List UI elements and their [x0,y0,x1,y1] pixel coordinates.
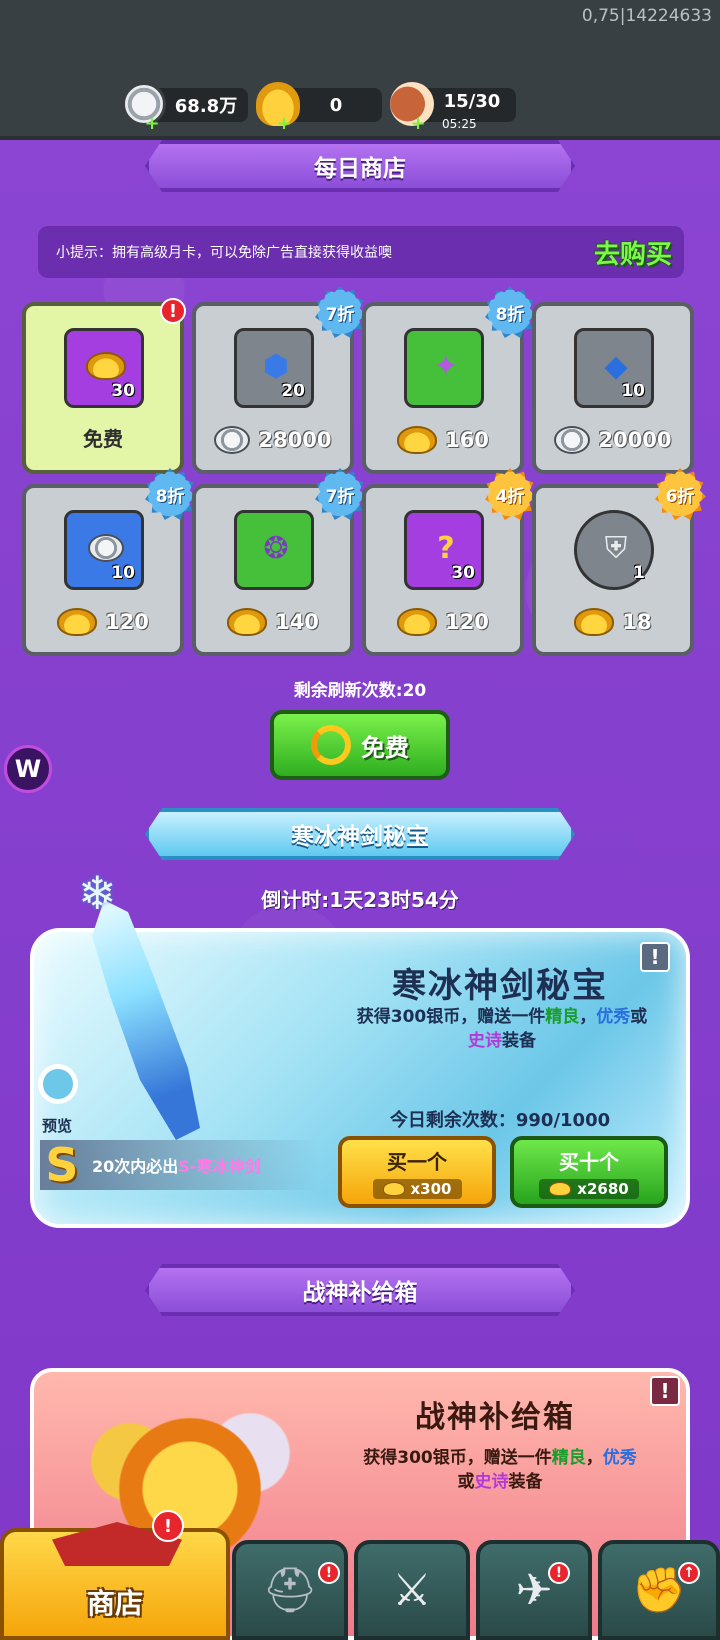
alert-icon: ! [548,1562,570,1584]
gold-ingot-icon [397,608,438,636]
buy-ten-button[interactable]: 买十个 x2680 [510,1136,668,1208]
buy-ten-label: 买十个 [559,1149,619,1174]
buy-one-price: x300 [372,1178,462,1199]
remaining-attempts-text: 今日剩余次数：990/1000 [389,1110,611,1131]
alert-icon: ! [318,1562,340,1584]
nav-tab-pet[interactable]: ✈ ! [476,1540,592,1640]
refresh-icon [311,725,351,765]
item-qty: 1 [633,563,645,583]
silver-coin-icon [214,426,251,454]
gold-ingot-icon [382,1181,405,1196]
info-alert-icon[interactable]: ! [650,1376,680,1406]
guarantee-bar: S 20次内必出S-寒冰神剑 [40,1140,320,1190]
item-price: 18 [536,608,690,636]
item-price: 160 [366,426,520,454]
gold-amount: 0 [329,94,343,116]
add-gold-icon[interactable]: + [276,115,292,133]
item-price: 120 [366,608,520,636]
silver-amount: 68.8万 [174,96,238,117]
gold-ingot-item: 30 [64,328,144,408]
gold-ingot-icon [549,1181,572,1196]
s-rank-icon: S [45,1138,79,1192]
dragon-emblem-item: ⛨ 1 [574,510,654,590]
item-qty: 10 [621,381,645,401]
stamina-timer: 05:25 [442,117,477,131]
nav-tab-weapons[interactable]: ⚔ [354,1540,470,1640]
debug-id-text: 0,75|14224633 [581,6,712,26]
add-stamina-icon[interactable]: + [410,115,426,133]
shop-item-3[interactable]: ✦ 160 8折 [362,286,536,474]
blue-crystal-item: ◆ 10 [574,328,654,408]
nav-tab-helmet[interactable]: ⛑ ! [232,1540,348,1640]
free-refresh-button[interactable]: 免费 [270,710,450,780]
shop-tab-label: 商店 [86,1587,143,1620]
tip-bar: 小提示：拥有高级月卡，可以免除广告直接获得收益噢 去购买 [38,226,684,278]
supply-box-banner: 战神补给箱 [145,1264,575,1316]
guarantee-text: 20次内必出S-寒冰神剑 [92,1157,261,1176]
necklace-item: ❂ [234,510,314,590]
shop-item-4[interactable]: ◆ 10 20000 [532,302,694,474]
add-silver-icon[interactable]: + [144,115,160,133]
item-qty: 30 [111,381,135,401]
upgrade-arrow-icon: ↑ [678,1562,700,1584]
shop-item-5[interactable]: 10 120 8折 [22,468,196,656]
item-price: 28000 [196,426,350,454]
snowflake-icon: ❄ [78,866,117,920]
item-price: 20000 [536,426,690,454]
item-price: 140 [196,608,350,636]
ice-sword-description: 获得300银币，赠送一件精良，优秀或史诗装备 [356,1007,648,1051]
supply-box-banner-title: 战神补给箱 [302,1280,418,1306]
armor-icon: ✦ [433,348,459,384]
preview-label[interactable]: 预览 [42,1115,72,1136]
buy-ten-price: x2680 [539,1178,639,1199]
nav-tab-shop[interactable]: ! 商店 [0,1510,230,1640]
helmet-icon: ⛑ [262,1565,318,1616]
alert-icon: ! [152,1510,184,1542]
blue-gem-item: ⬢ 20 [234,328,314,408]
shop-item-2[interactable]: ⬢ 20 28000 7折 [192,286,366,474]
necklace-icon: ❂ [263,530,289,566]
ice-sword-banner-title: 寒冰神剑秘宝 [291,824,429,850]
ice-sword-title: 寒冰神剑秘宝 [392,966,608,1006]
stamina-amount: 15/30 [443,90,501,112]
buy-one-label: 买一个 [387,1149,447,1174]
supply-box-title: 战神补给箱 [415,1400,575,1435]
silver-coin-icon [554,426,591,454]
supply-box-description: 获得300银币，赠送一件精良，优秀或史诗装备 [363,1448,637,1492]
gold-ingot-icon [57,608,98,636]
item-qty: 20 [281,381,305,401]
shop-item-1[interactable]: 30 免费 ! [22,298,186,474]
top-resource-bar: 0,75|14224633 68.8万 + 0 + 15/30 + 05:25 [0,0,720,140]
gold-ingot-icon [574,608,615,636]
side-w-icon[interactable]: W [4,745,52,793]
crossed-swords-icon: ⚔ [392,1564,432,1616]
go-buy-button[interactable]: 去购买 [594,234,672,271]
refresh-count-text: 剩余刷新次数:20 [293,681,427,701]
dragon-shield-icon: ⛨ [604,530,628,566]
buy-one-button[interactable]: 买一个 x300 [338,1136,496,1208]
daily-shop-title: 每日商店 [314,156,406,182]
nav-tab-upgrade[interactable]: ✊ ↑ [598,1540,720,1640]
magnifier-preview-icon[interactable] [38,1064,78,1104]
pet-icon: ✈ [515,1564,553,1616]
armor-item: ✦ [404,328,484,408]
free-refresh-label: 免费 [361,733,409,762]
silver-coin-item: 10 [64,510,144,590]
tip-text: 小提示：拥有高级月卡，可以免除广告直接获得收益噢 [56,245,392,261]
shop-item-8[interactable]: ⛨ 1 18 6折 [532,468,706,656]
daily-shop-banner: 每日商店 [145,140,575,192]
gold-ingot-icon [227,608,268,636]
ice-sword-banner: 寒冰神剑秘宝 [145,808,575,860]
shop-item-6[interactable]: ❂ 140 7折 [192,468,366,656]
mystery-box-item: ? 30 [404,510,484,590]
item-qty: 10 [111,563,135,583]
free-label: 免费 [83,427,123,451]
item-qty: 30 [451,563,475,583]
alert-icon: ! [160,298,186,324]
gold-ingot-icon [397,426,438,454]
shop-item-7[interactable]: ? 30 120 4折 [362,468,536,656]
item-price: 120 [26,608,180,636]
